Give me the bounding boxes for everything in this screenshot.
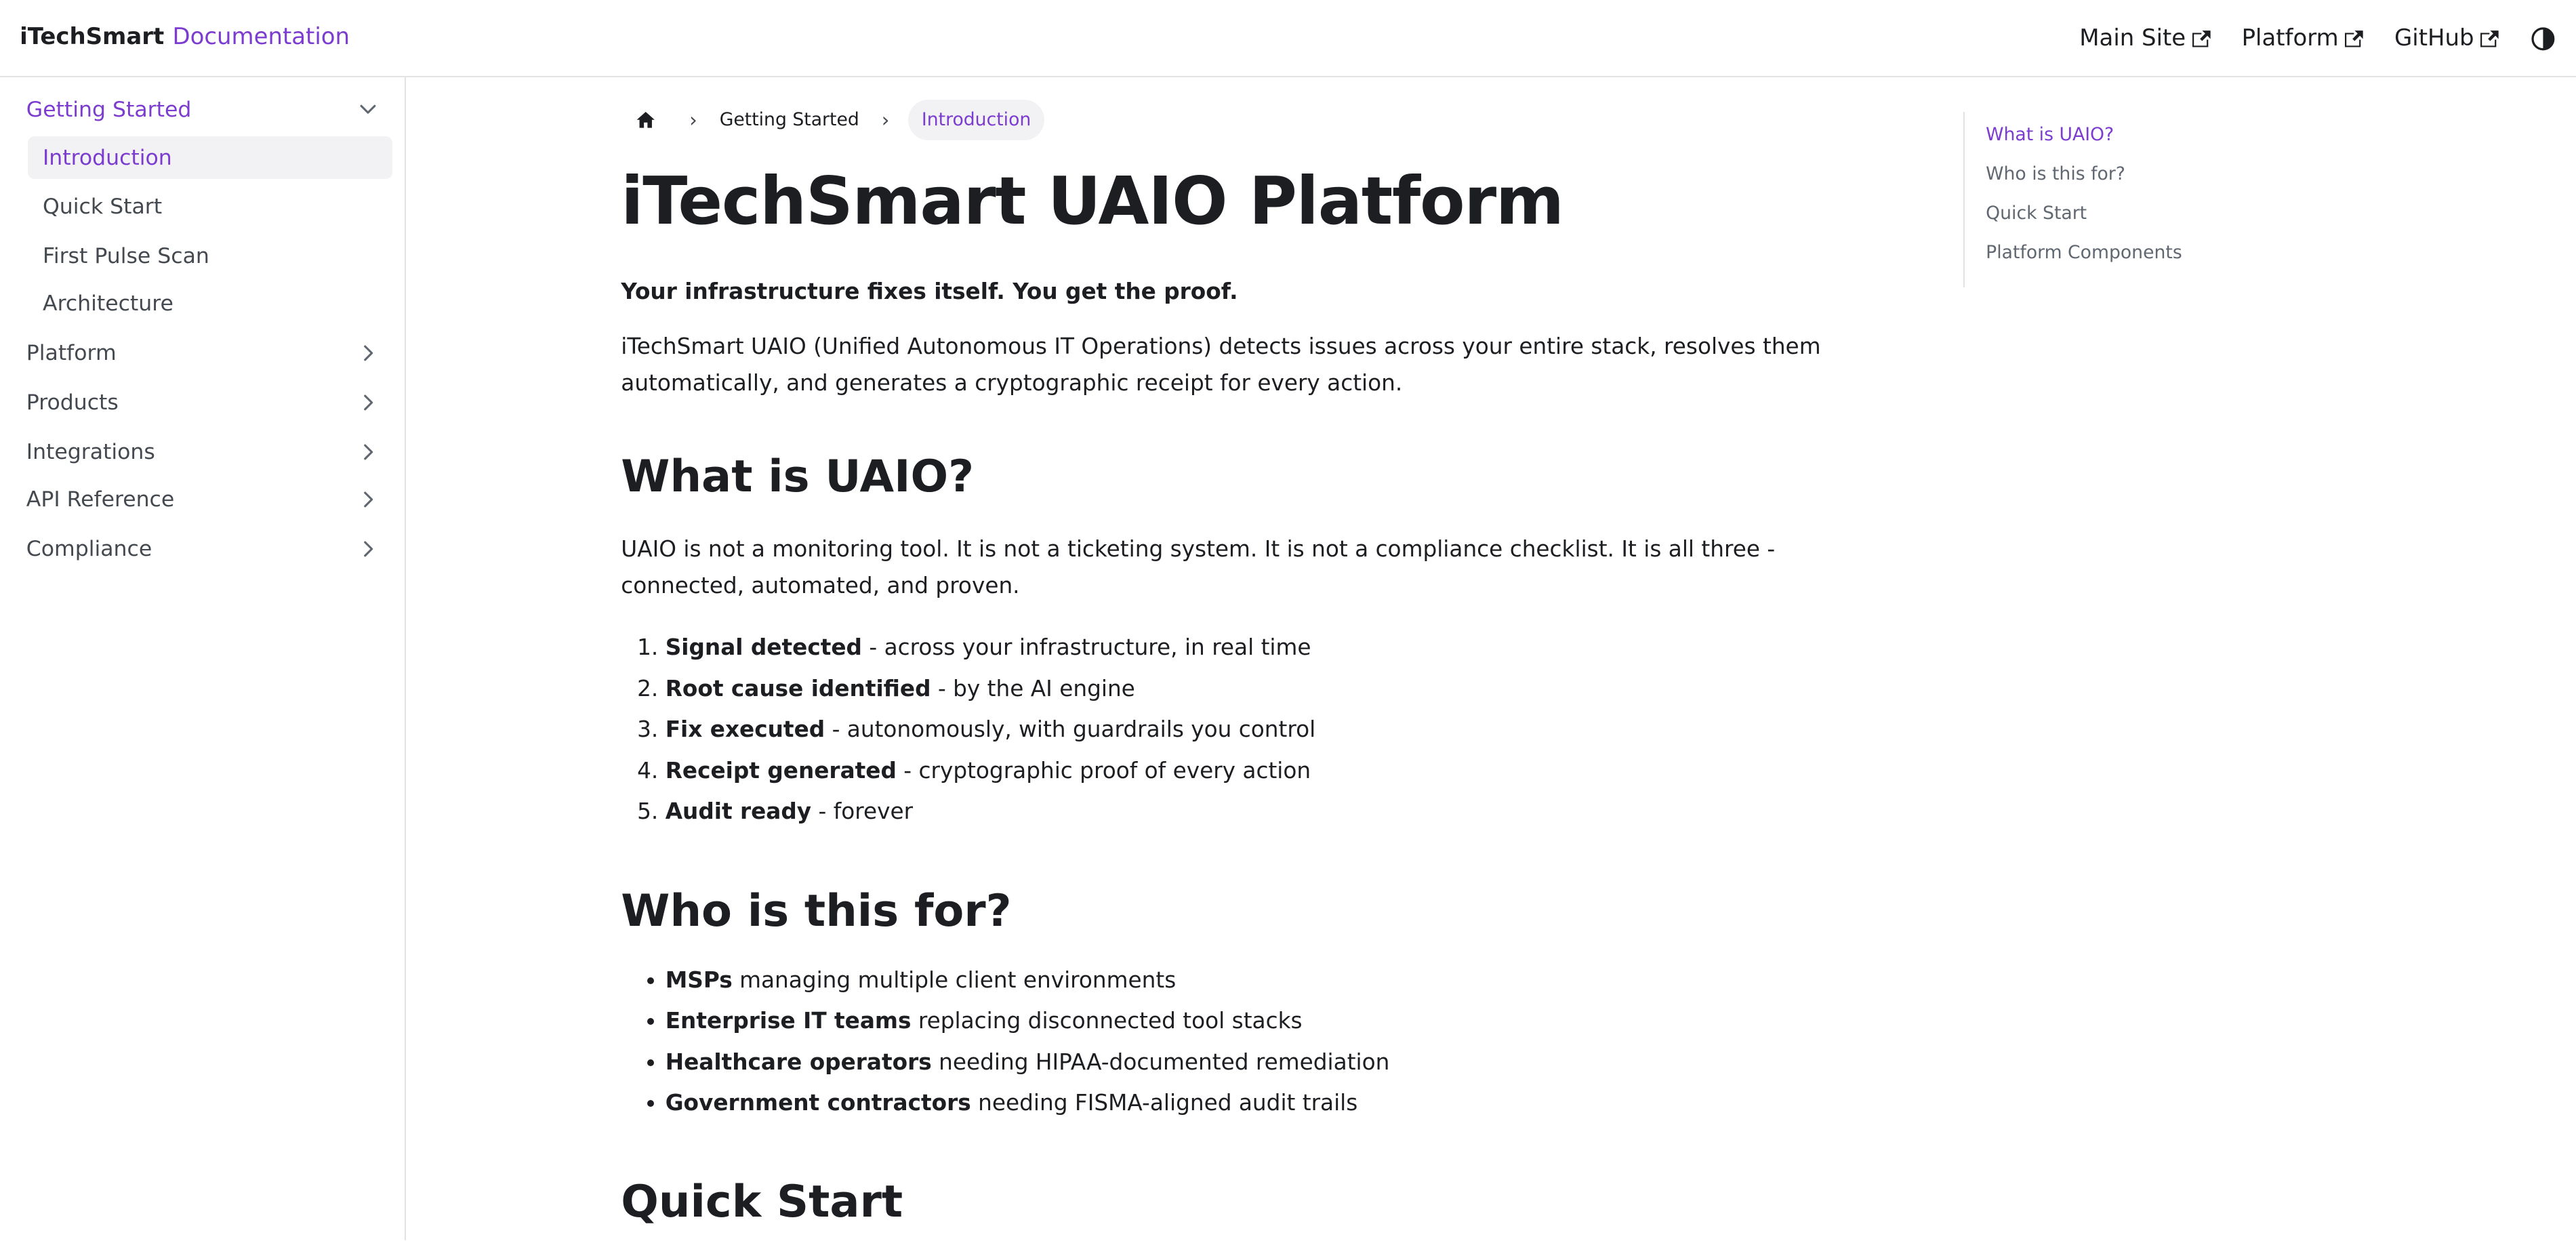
sidebar-category-label: Products [26,390,119,415]
sidebar-item-label: Quick Start [43,195,163,220]
sidebar-item-label: Introduction [43,145,172,170]
sidebar-item-first-pulse-scan[interactable]: First Pulse Scan [28,235,392,278]
chevron-right-icon[interactable] [356,391,380,414]
list-item: Receipt generated - cryptographic proof … [666,750,1902,792]
list-item: Government contractors needing FISMA-ali… [666,1082,1902,1124]
audience-list: MSPs managing multiple client environmen… [621,960,1902,1124]
list-item: Root cause identified - by the AI engine [666,668,1902,710]
page-title: iTechSmart UAIO Platform [621,162,1564,239]
sidebar-item-quick-start[interactable]: Quick Start [28,186,392,228]
heading-what-is-uaio: What is UAIO? [621,450,975,502]
sidebar-category-compliance[interactable]: Compliance [13,526,392,572]
breadcrumb-home[interactable] [621,98,670,141]
page-lead: Your infrastructure fixes itself. You ge… [621,279,1238,305]
breadcrumb-introduction: Introduction [908,99,1044,140]
toc-item-what-is-uaio[interactable]: What is UAIO? [1986,112,2291,151]
list-item: Healthcare operators needing HIPAA-docum… [666,1042,1902,1083]
sidebar-category-label: Compliance [26,536,152,561]
contrast-toggle-icon[interactable] [2530,26,2556,52]
external-link-icon [2345,30,2363,47]
external-link-icon [2192,30,2211,47]
list-item: Enterprise IT teams replacing disconnect… [666,1000,1902,1042]
top-navbar: iTechSmart Documentation Main Site Platf… [0,0,2576,77]
list-item: Fix executed - autonomously, with guardr… [666,709,1902,750]
sidebar-category-platform[interactable]: Platform [13,330,392,376]
sidebar-category-integrations[interactable]: Integrations [13,429,392,475]
main-content: iTechSmart UAIO Platform Your infrastruc… [621,156,1902,1228]
sidebar-category-api-reference[interactable]: API Reference [13,476,392,523]
sidebar-category-label: API Reference [26,487,175,512]
home-icon [636,112,655,128]
sidebar-item-label: First Pulse Scan [43,244,209,269]
list-item: Audit ready - forever [666,791,1902,832]
breadcrumb: › Getting Started › Introduction [621,98,1044,141]
chevron-right-icon[interactable] [356,441,380,464]
heading-who-is-this-for: Who is this for? [621,884,1012,937]
nav-main-site-link[interactable]: Main Site [2079,25,2211,52]
what-is-uaio-paragraph: UAIO is not a monitoring tool. It is not… [621,536,1776,598]
chevron-right-icon[interactable] [356,488,380,511]
sidebar-item-introduction[interactable]: Introduction [28,136,393,180]
sidebar-category-label: Integrations [26,439,155,464]
nav-platform-link[interactable]: Platform [2242,25,2363,52]
chevron-right-icon[interactable] [356,342,380,365]
table-of-contents: What is UAIO? Who is this for? Quick Sta… [1963,111,2292,288]
sidebar-item-label: Architecture [43,291,173,317]
breadcrumb-separator-icon: › [881,108,890,131]
nav-documentation-link[interactable]: Documentation [173,0,350,77]
intro-paragraph: iTechSmart UAIO (Unified Autonomous IT O… [621,333,1821,396]
brand-logo[interactable]: iTechSmart [20,0,164,77]
sidebar-category-getting-started[interactable]: Getting Started [13,87,392,133]
toc-item-quick-start[interactable]: Quick Start [1986,190,2291,230]
sidebar-category-label: Getting Started [26,98,192,123]
toc-item-who-is-this-for[interactable]: Who is this for? [1986,151,2291,190]
sidebar: Getting Started Introduction Quick Start… [0,77,406,1241]
uaio-steps-list: Signal detected - across your infrastruc… [621,627,1902,832]
nav-github-link[interactable]: GitHub [2394,25,2499,52]
nav-main-site-label: Main Site [2079,25,2186,52]
sidebar-category-label: Platform [26,341,117,366]
navbar-right: Main Site Platform GitHub [2079,0,2556,77]
external-link-icon [2480,30,2499,47]
sidebar-item-architecture[interactable]: Architecture [28,283,392,325]
heading-quick-start: Quick Start [621,1176,903,1228]
toc-item-platform-components[interactable]: Platform Components [1986,230,2291,269]
nav-github-label: GitHub [2394,25,2474,52]
nav-platform-label: Platform [2241,25,2339,52]
sidebar-category-products[interactable]: Products [13,380,392,426]
list-item: MSPs managing multiple client environmen… [666,960,1902,1001]
breadcrumb-separator-icon: › [689,108,697,131]
breadcrumb-getting-started[interactable]: Getting Started [716,109,863,130]
list-item: Signal detected - across your infrastruc… [666,627,1902,668]
chevron-right-icon[interactable] [356,537,380,561]
chevron-down-icon[interactable] [356,98,380,121]
